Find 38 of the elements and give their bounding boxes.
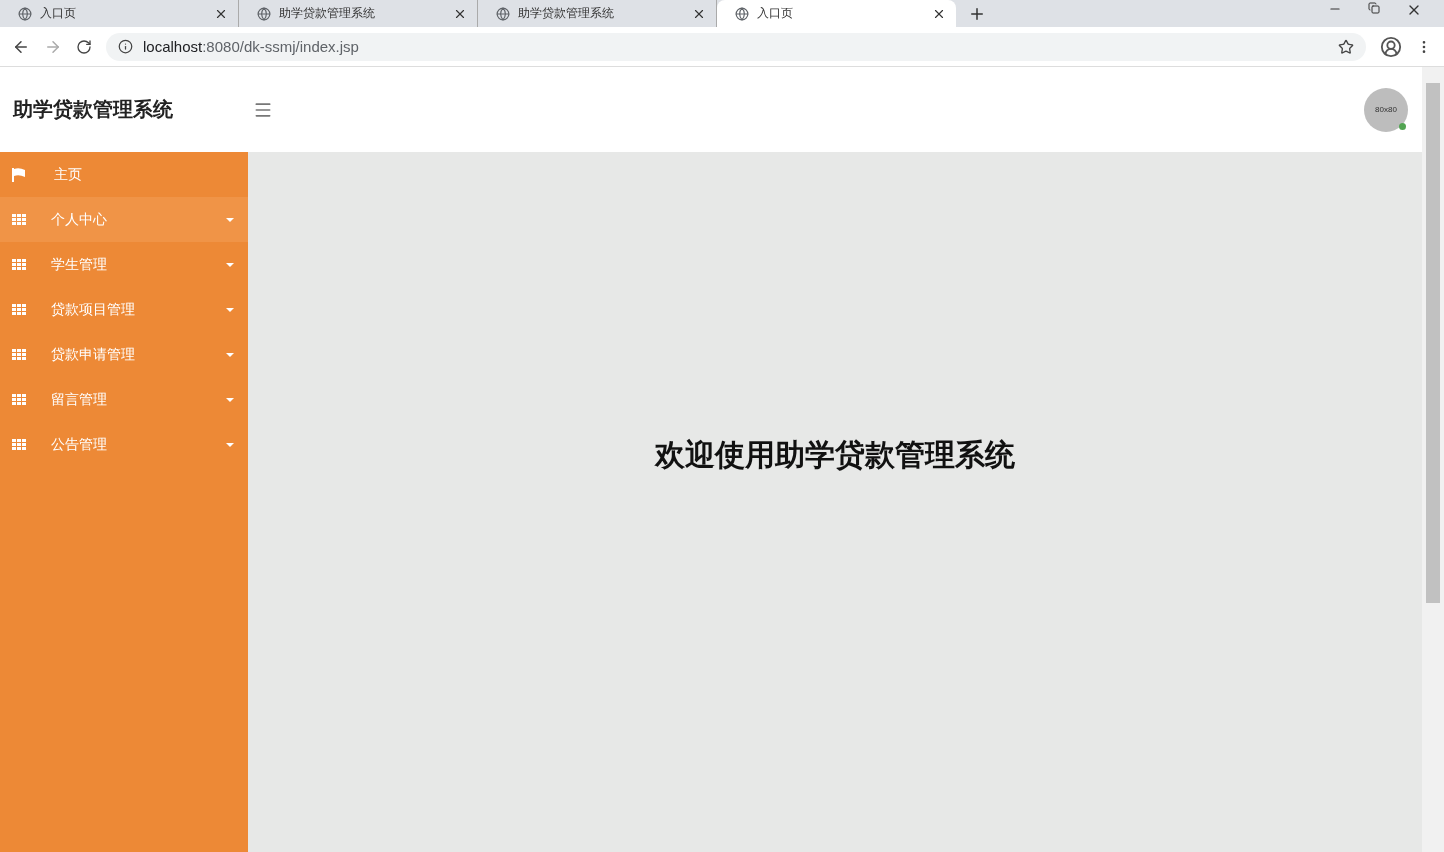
avatar-text: 80x80 [1375, 105, 1397, 114]
globe-icon [496, 6, 510, 21]
grid-icon [12, 214, 26, 225]
star-icon[interactable] [1338, 38, 1354, 55]
grid-icon [12, 304, 26, 315]
sidebar-item[interactable]: 主页 [0, 152, 248, 197]
caret-icon [226, 442, 234, 447]
sidebar-item[interactable]: 公告管理 [0, 422, 248, 467]
grid-icon [12, 259, 26, 270]
reload-icon[interactable] [76, 38, 92, 55]
new-tab-icon[interactable] [968, 5, 986, 23]
caret-icon [226, 397, 234, 402]
grid-icon [12, 394, 26, 405]
sidebar-item[interactable]: 贷款申请管理 [0, 332, 248, 377]
caret-icon [226, 352, 234, 357]
flag-icon [12, 167, 25, 182]
sidebar-item[interactable]: 贷款项目管理 [0, 287, 248, 332]
caret-icon [226, 307, 234, 312]
caret-icon [226, 262, 234, 267]
browser-tab[interactable]: 入口页 [717, 0, 956, 27]
address-field[interactable]: localhost:8080/dk-ssmj/index.jsp [106, 32, 1366, 61]
welcome-heading: 欢迎使用助学贷款管理系统 [655, 437, 1015, 473]
grid-icon [12, 349, 26, 360]
globe-icon [257, 6, 271, 21]
avatar[interactable]: 80x80 [1364, 87, 1408, 132]
grid-icon [12, 439, 26, 450]
scrollbar[interactable] [1422, 67, 1444, 852]
restore-icon[interactable] [1368, 2, 1380, 14]
info-icon [118, 39, 133, 54]
sidebar-item[interactable]: 个人中心 [0, 197, 248, 242]
site-title: 助学贷款管理系统 [13, 97, 174, 122]
profile-icon[interactable] [1380, 35, 1402, 58]
scrollbar-thumb[interactable] [1426, 83, 1440, 603]
sidebar-item[interactable]: 学生管理 [0, 242, 248, 287]
globe-icon [18, 6, 32, 21]
globe-icon [735, 6, 749, 21]
sidebar-item[interactable]: 留言管理 [0, 377, 248, 422]
caret-icon [226, 217, 234, 222]
